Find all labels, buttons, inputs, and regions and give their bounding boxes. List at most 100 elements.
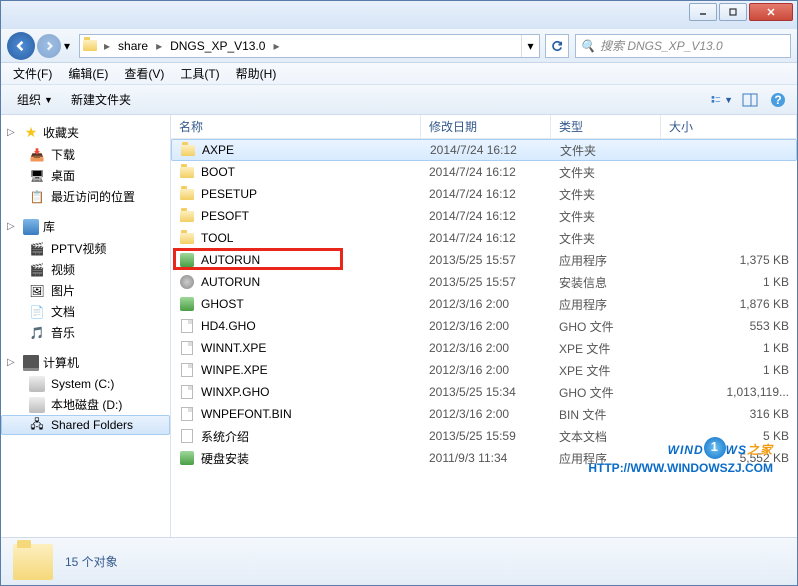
file-date: 2014/7/24 16:12 (421, 231, 551, 245)
address-bar[interactable]: ▸ share ▸ DNGS_XP_V13.0 ▸ ▾ (79, 34, 540, 58)
tree-downloads[interactable]: 📥下载 (1, 144, 170, 165)
tree-pictures[interactable]: 🖼图片 (1, 280, 170, 301)
tree-computer[interactable]: ▷计算机 (1, 351, 170, 374)
col-size[interactable]: 大小 (661, 115, 797, 138)
network-icon: 🖧 (29, 417, 45, 433)
tree-favorites[interactable]: ▷★收藏夹 (1, 121, 170, 144)
disk-icon (29, 376, 45, 392)
watermark: WINDWS之家 HTTP://WWW.WINDOWSZJ.COM (588, 433, 773, 475)
file-row[interactable]: WINNT.XPE2012/3/16 2:00XPE 文件1 KB (171, 337, 797, 359)
video-icon: 🎬 (29, 241, 45, 257)
help-button[interactable]: ? (767, 89, 789, 111)
tree-desktop[interactable]: 🖥桌面 (1, 165, 170, 186)
file-name: TOOL (201, 231, 233, 245)
file-date: 2014/7/24 16:12 (421, 187, 551, 201)
tree-shared-folders[interactable]: 🖧Shared Folders (1, 415, 170, 435)
computer-icon (23, 355, 39, 371)
file-name: PESOFT (201, 209, 249, 223)
tree-libraries[interactable]: ▷库 (1, 215, 170, 238)
file-type: 文件夹 (552, 142, 662, 159)
file-row[interactable]: AUTORUN2013/5/25 15:57安装信息1 KB (171, 271, 797, 293)
file-size: 1 KB (661, 363, 797, 377)
menu-help[interactable]: 帮助(H) (228, 63, 285, 84)
search-input[interactable]: 🔍 搜索 DNGS_XP_V13.0 (575, 34, 791, 58)
toolbar: 组织 ▼ 新建文件夹 ▼ ? (1, 85, 797, 115)
menu-edit[interactable]: 编辑(E) (60, 63, 116, 84)
file-date: 2013/5/25 15:57 (421, 253, 551, 267)
crumb-share[interactable]: share (114, 35, 152, 57)
file-name: HD4.GHO (201, 319, 256, 333)
file-date: 2012/3/16 2:00 (421, 407, 551, 421)
close-button[interactable] (749, 3, 793, 21)
folder-icon (179, 230, 195, 246)
file-row[interactable]: TOOL 2014/7/24 16:12文件夹 (171, 227, 797, 249)
globe-icon (704, 437, 726, 459)
file-size: 1 KB (661, 341, 797, 355)
file-name: WINNT.XPE (201, 341, 266, 355)
file-type: BIN 文件 (551, 406, 661, 423)
file-type: 文件夹 (551, 230, 661, 247)
maximize-button[interactable] (719, 3, 747, 21)
address-dropdown[interactable]: ▾ (521, 35, 539, 57)
root-crumb-arrow[interactable]: ▸ (100, 39, 114, 53)
file-name: PESETUP (201, 187, 257, 201)
file-name: AXPE (202, 143, 234, 157)
file-row[interactable]: PESOFT2014/7/24 16:12文件夹 (171, 205, 797, 227)
file-row[interactable]: WNPEFONT.BIN2012/3/16 2:00BIN 文件316 KB (171, 403, 797, 425)
col-name[interactable]: 名称 (171, 115, 421, 138)
file-date: 2014/7/24 16:12 (421, 165, 551, 179)
tree-recent[interactable]: 📋最近访问的位置 (1, 186, 170, 207)
file-size: 1 KB (661, 275, 797, 289)
col-modified[interactable]: 修改日期 (421, 115, 551, 138)
preview-pane-button[interactable] (739, 89, 761, 111)
status-bar: 15 个对象 (1, 537, 797, 585)
folder-icon (179, 164, 195, 180)
file-row[interactable]: PESETUP 2014/7/24 16:12文件夹 (171, 183, 797, 205)
minimize-button[interactable] (689, 3, 717, 21)
file-row[interactable]: BOOT2014/7/24 16:12文件夹 (171, 161, 797, 183)
file-row[interactable]: AXPE 2014/7/24 16:12文件夹 (171, 139, 797, 161)
refresh-button[interactable] (545, 34, 569, 58)
menu-file[interactable]: 文件(F) (5, 63, 60, 84)
file-row[interactable]: HD4.GHO2012/3/16 2:00GHO 文件553 KB (171, 315, 797, 337)
menu-tools[interactable]: 工具(T) (172, 63, 227, 84)
file-row[interactable]: WINXP.GHO2013/5/25 15:34GHO 文件1,013,119.… (171, 381, 797, 403)
back-button[interactable] (7, 32, 35, 60)
app-icon (179, 450, 195, 466)
crumb-current[interactable]: DNGS_XP_V13.0 (166, 35, 269, 57)
tree-music[interactable]: 🎵音乐 (1, 322, 170, 343)
tree-pptv[interactable]: 🎬PPTV视频 (1, 238, 170, 259)
file-date: 2014/7/24 16:12 (422, 143, 552, 157)
file-type: GHO 文件 (551, 384, 661, 401)
download-icon: 📥 (29, 147, 45, 163)
file-list-area: 名称 修改日期 类型 大小 AXPE2014/7/24 16:12文件夹BOOT… (171, 115, 797, 537)
tree-drive-d[interactable]: 本地磁盘 (D:) (1, 394, 170, 415)
folder-icon (179, 208, 195, 224)
menu-view[interactable]: 查看(V) (116, 63, 172, 84)
recent-icon: 📋 (29, 189, 45, 205)
organize-button[interactable]: 组织 ▼ (9, 88, 61, 111)
file-date: 2012/3/16 2:00 (421, 319, 551, 333)
file-name: 硬盘安装 (201, 450, 249, 467)
gear-icon (179, 274, 195, 290)
file-date: 2014/7/24 16:12 (421, 209, 551, 223)
explorer-window: ▾ ▸ share ▸ DNGS_XP_V13.0 ▸ ▾ 🔍 搜索 DNGS_… (0, 0, 798, 586)
tree-drive-c[interactable]: System (C:) (1, 374, 170, 394)
file-date: 2012/3/16 2:00 (421, 297, 551, 311)
file-row[interactable]: WINPE.XPE2012/3/16 2:00XPE 文件1 KB (171, 359, 797, 381)
tree-video[interactable]: 🎬视频 (1, 259, 170, 280)
blank-icon (179, 318, 195, 334)
folder-large-icon (13, 544, 53, 580)
view-options-button[interactable]: ▼ (711, 89, 733, 111)
history-dropdown[interactable]: ▾ (61, 32, 73, 60)
file-name: WINPE.XPE (201, 363, 268, 377)
new-folder-button[interactable]: 新建文件夹 (63, 88, 139, 111)
forward-button[interactable] (37, 34, 61, 58)
file-name: AUTORUN (201, 253, 260, 267)
col-type[interactable]: 类型 (551, 115, 661, 138)
file-size: 1,375 KB (661, 253, 797, 267)
tree-documents[interactable]: 📄文档 (1, 301, 170, 322)
file-row[interactable]: AUTORUN2013/5/25 15:57应用程序1,375 KB (171, 249, 797, 271)
file-row[interactable]: GHOST2012/3/16 2:00应用程序1,876 KB (171, 293, 797, 315)
file-type: 文件夹 (551, 186, 661, 203)
